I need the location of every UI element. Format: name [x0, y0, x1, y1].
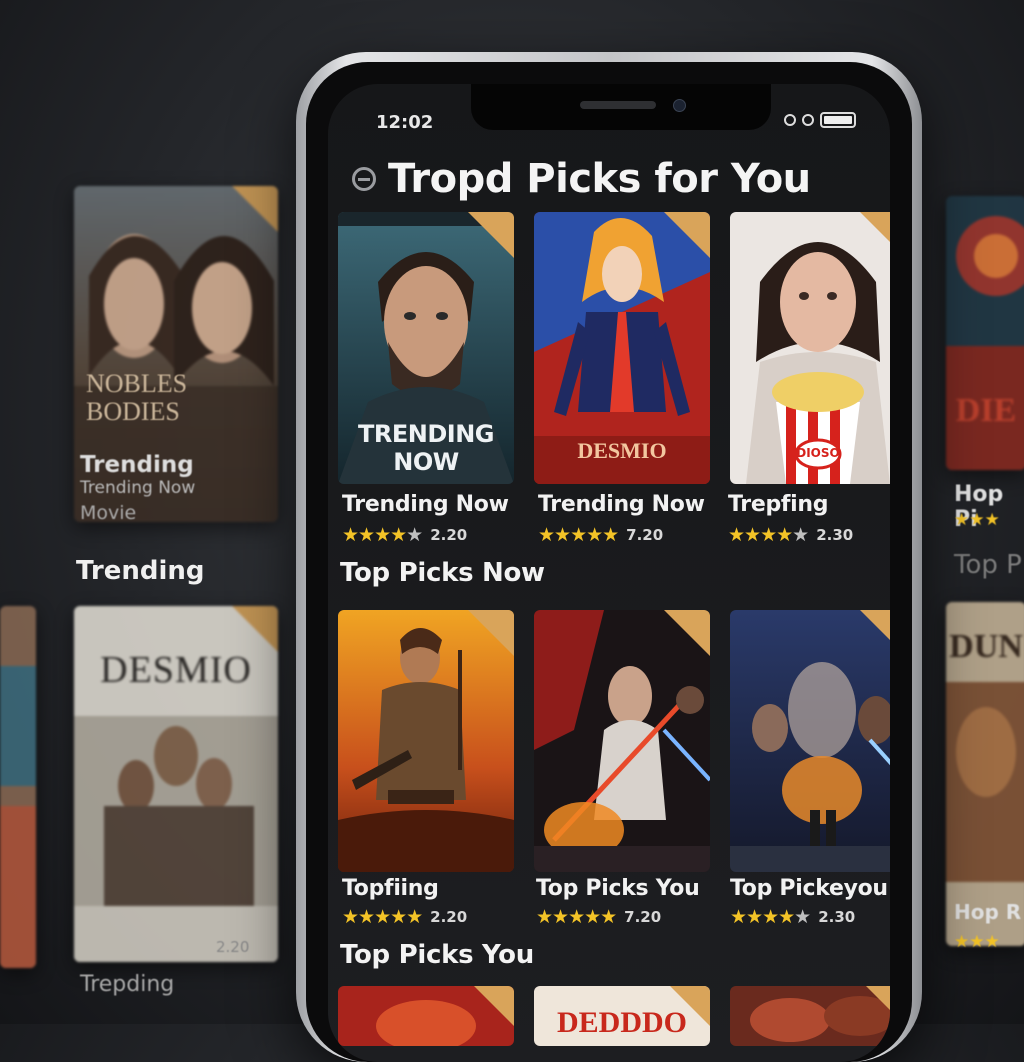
background-caption: Trepding [80, 972, 175, 997]
movie-caption[interactable]: Trepfing [728, 492, 829, 517]
background-poster-title: NOBLES BODIES [86, 369, 188, 426]
background-caption: Hop R [954, 900, 1022, 924]
background-poster-title: DUN [949, 628, 1023, 665]
background-poster: DIE [946, 196, 1024, 470]
app-screen: 12:02 Tropd Picks for You TRENDING NOW D… [328, 84, 890, 1062]
poster-title: TRENDING NOW [358, 420, 494, 476]
background-caption: Trending [80, 452, 194, 478]
movie-poster[interactable]: DIOSO [730, 212, 890, 484]
background-stars: ★★★ [954, 510, 1000, 530]
battery-icon [820, 112, 856, 128]
movie-rating: ★★★★★ 2.20 [342, 524, 467, 546]
background-poster: DESMIO [74, 606, 278, 962]
section-heading: Top Picks Now [340, 558, 545, 588]
star-rating-icon: ★★★★★ [536, 906, 617, 928]
movie-poster[interactable] [338, 610, 514, 872]
movie-rating: ★★★★★ 2.30 [728, 524, 853, 546]
movie-rating: ★★★★★ 7.20 [536, 906, 661, 928]
alarm-icon [784, 114, 796, 126]
status-time: 12:02 [376, 112, 434, 133]
star-rating-icon: ★★★★★ [728, 524, 809, 546]
movie-poster[interactable]: DESMIO [534, 212, 710, 484]
background-poster [0, 606, 36, 968]
background-poster: DUN [946, 602, 1024, 946]
background-poster-title: DIE [955, 392, 1017, 429]
background-section-heading: Top P [954, 550, 1022, 580]
background-stars: ★★★ [954, 932, 1000, 952]
movie-caption[interactable]: Trending Now [342, 492, 509, 517]
phone-frame: 12:02 Tropd Picks for You TRENDING NOW D… [296, 52, 922, 1062]
rating-score: 2.20 [430, 908, 468, 926]
background-caption: Trending Now [80, 478, 196, 498]
rating-score: 7.20 [624, 908, 662, 926]
rating-score: 7.20 [626, 526, 664, 544]
star-rating-icon: ★★★★★ [342, 524, 423, 546]
movie-caption[interactable]: Trending Now [538, 492, 705, 517]
star-rating-icon: ★★★★★ [538, 524, 619, 546]
phone-bezel: 12:02 Tropd Picks for You TRENDING NOW D… [306, 62, 912, 1062]
star-rating-icon: ★★★★★ [730, 906, 811, 928]
movie-caption[interactable]: Topfiing [342, 876, 439, 901]
movie-poster[interactable]: TRENDING NOW [338, 212, 514, 484]
section-heading: Top Picks You [340, 940, 534, 970]
movie-caption[interactable]: Top Picks You [536, 876, 700, 901]
star-rating-icon: ★★★★★ [342, 906, 423, 928]
page-title: Tropd Picks for You [388, 156, 811, 202]
background-poster-title: DESMIO [100, 649, 252, 691]
movie-rating: ★★★★★ 2.30 [730, 906, 855, 928]
movie-poster[interactable] [730, 610, 890, 872]
rating-score: 2.30 [818, 908, 856, 926]
movie-rating: ★★★★★ 2.20 [342, 906, 467, 928]
movie-poster[interactable] [730, 986, 890, 1046]
rating-score: 2.30 [816, 526, 854, 544]
movie-caption[interactable]: Top Pickeyou [730, 876, 888, 901]
app-logo-icon[interactable] [352, 167, 376, 191]
poster-title: DEDDDO [556, 1006, 687, 1039]
movie-rating: ★★★★★ 7.20 [538, 524, 663, 546]
phone-notch [471, 84, 771, 130]
background-caption: Movie [80, 502, 137, 524]
background-score: 2.20 [216, 938, 250, 956]
poster-title: DIOSO [796, 446, 840, 460]
rating-score: 2.20 [430, 526, 468, 544]
signal-icon [802, 114, 814, 126]
movie-poster[interactable] [338, 986, 514, 1046]
movie-poster[interactable] [534, 610, 710, 872]
movie-poster[interactable]: DEDDDO [534, 986, 710, 1046]
speaker-grille [580, 101, 656, 109]
app-header: Tropd Picks for You [352, 156, 811, 202]
poster-title: DESMIO [577, 438, 667, 463]
background-section-heading: Trending [76, 556, 205, 586]
front-camera-icon [673, 99, 686, 112]
status-icons [784, 112, 856, 128]
